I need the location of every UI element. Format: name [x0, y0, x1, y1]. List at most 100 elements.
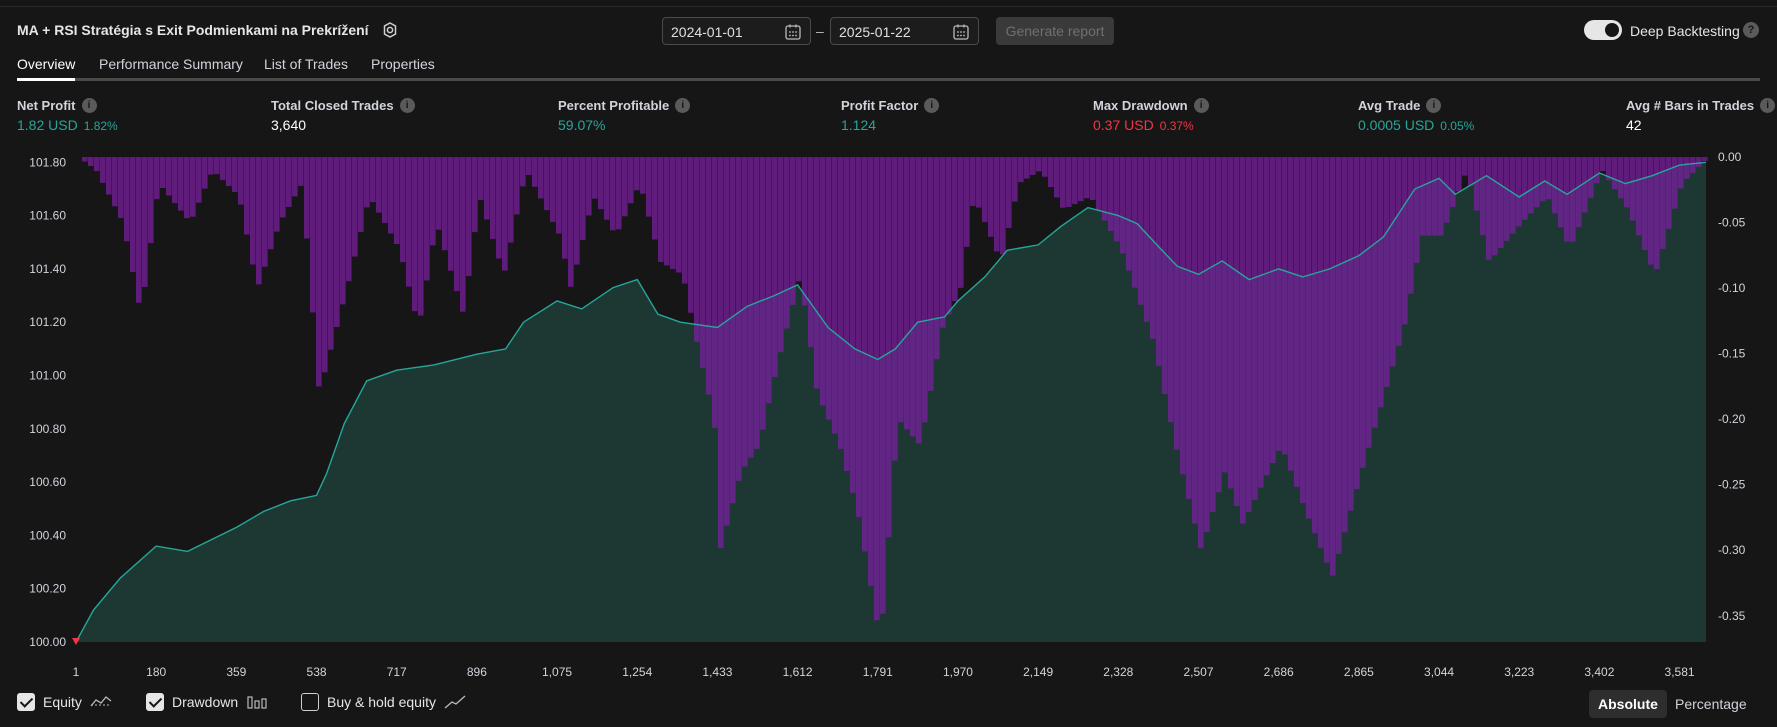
drawdown-bar: [280, 157, 286, 218]
drawdown-bar: [424, 157, 430, 281]
drawdown-bar: [976, 157, 982, 208]
drawdown-bar: [856, 157, 862, 517]
drawdown-bar: [430, 157, 436, 246]
info-icon[interactable]: i: [81, 98, 97, 113]
toggle-knob: [1605, 23, 1619, 37]
drawdown-bar: [238, 157, 244, 205]
drawdown-bar: [1156, 157, 1162, 366]
x-axis-tick: 1,075: [542, 665, 572, 679]
drawdown-bar: [784, 157, 790, 329]
equity-checkbox[interactable]: Equity: [17, 693, 112, 711]
info-icon[interactable]: i: [1193, 98, 1209, 113]
buy-hold-equity-checkbox[interactable]: Buy & hold equity: [301, 693, 466, 711]
drawdown-bar: [142, 157, 148, 287]
drawdown-bar: [1306, 157, 1312, 519]
left-axis-tick: 100.80: [29, 422, 66, 436]
drawdown-bar: [268, 157, 274, 250]
drawdown-bar: [358, 157, 364, 232]
drawdown-bar: [1564, 157, 1570, 242]
drawdown-bar: [694, 157, 700, 342]
drawdown-bar: [1498, 157, 1504, 249]
drawdown-bar: [622, 157, 628, 217]
calendar-icon[interactable]: [952, 23, 970, 41]
drawdown-bar: [634, 157, 640, 191]
drawdown-bar: [760, 157, 766, 430]
drawdown-bar: [790, 157, 796, 305]
tab-list-of-trades[interactable]: List of Trades: [264, 56, 348, 72]
left-axis-tick: 100.00: [29, 635, 66, 649]
drawdown-bar: [136, 157, 142, 303]
metric-label: Percent Profitable: [558, 98, 670, 113]
metric-label: Profit Factor: [841, 98, 919, 113]
drawdown-bar: [1300, 157, 1306, 504]
tab-performance-summary[interactable]: Performance Summary: [99, 56, 243, 72]
drawdown-bar: [148, 157, 154, 244]
drawdown-bar: [778, 157, 784, 353]
drawdown-bar: [1636, 157, 1642, 236]
drawdown-bar: [1474, 157, 1480, 211]
deep-backtesting-toggle[interactable]: [1584, 20, 1622, 40]
equity-label: Equity: [43, 694, 82, 710]
drawdown-bar: [658, 157, 664, 262]
drawdown-bar: [1396, 157, 1402, 346]
drawdown-bar: [628, 157, 634, 204]
drawdown-bar: [1264, 157, 1270, 476]
calendar-icon[interactable]: [784, 23, 802, 41]
x-axis-tick: 2,865: [1344, 665, 1374, 679]
drawdown-bar: [676, 157, 682, 273]
info-icon[interactable]: i: [399, 98, 415, 113]
drawdown-checkbox[interactable]: Drawdown: [146, 693, 268, 711]
x-axis-tick: 2,149: [1023, 665, 1053, 679]
drawdown-bar: [286, 157, 292, 207]
drawdown-bar: [412, 157, 418, 312]
drawdown-bar: [850, 157, 856, 493]
drawdown-bar: [796, 157, 802, 282]
drawdown-bar: [1366, 157, 1372, 448]
info-icon[interactable]: i: [924, 98, 940, 113]
date-from-input[interactable]: 2024-01-01: [662, 17, 811, 45]
drawdown-bar: [1096, 157, 1102, 211]
info-icon[interactable]: i: [1426, 98, 1442, 113]
absolute-toggle[interactable]: Absolute: [1589, 690, 1667, 718]
metric-net-profit: Net Profit i 1.82 USD 1.82%: [17, 98, 118, 133]
drawdown-bar: [520, 157, 526, 187]
drawdown-bar: [808, 157, 814, 348]
drawdown-bar: [82, 157, 88, 162]
drawdown-bar: [1480, 157, 1486, 236]
generate-report-button[interactable]: Generate report: [996, 17, 1114, 45]
drawdown-bar: [748, 157, 754, 458]
x-axis-tick: 2,328: [1103, 665, 1133, 679]
drawdown-bar: [454, 157, 460, 292]
drawdown-bar: [1186, 157, 1192, 499]
drawdown-bar: [922, 157, 928, 423]
metric-avg-trade: Avg Trade i 0.0005 USD 0.05%: [1358, 98, 1474, 133]
active-tab-indicator: [17, 78, 75, 81]
metrics-bar: Net Profit i 1.82 USD 1.82% Total Closed T…: [0, 98, 1777, 138]
info-icon[interactable]: i: [675, 98, 691, 113]
percentage-toggle[interactable]: Percentage: [1666, 690, 1756, 718]
info-icon[interactable]: i: [1760, 98, 1776, 113]
metric-total-closed-trades: Total Closed Trades i 3,640: [271, 98, 415, 133]
drawdown-bar: [1582, 157, 1588, 213]
drawdown-bar: [256, 157, 262, 285]
tabs-track: [17, 78, 1760, 81]
gear-icon[interactable]: [380, 20, 400, 40]
drawdown-bar: [718, 157, 724, 549]
drawdown-bar: [1426, 157, 1432, 236]
metric-percent-profitable: Percent Profitable i 59.07%: [558, 98, 691, 133]
help-icon[interactable]: ?: [1743, 22, 1759, 38]
drawdown-bar: [868, 157, 874, 586]
right-axis-tick: -0.35: [1718, 609, 1746, 623]
right-axis-tick: -0.10: [1718, 281, 1746, 295]
drawdown-bar: [1270, 157, 1276, 464]
drawdown-bar: [1318, 157, 1324, 548]
drawdown-bar: [1354, 157, 1360, 490]
metric-label: Avg Trade: [1358, 98, 1421, 113]
tab-overview[interactable]: Overview: [17, 56, 75, 72]
drawdown-bar: [436, 157, 442, 230]
drawdown-bar: [1246, 157, 1252, 513]
equity-drawdown-chart[interactable]: 100.00 100.20 100.40 100.60 100.80 101.00 101.…: [0, 150, 1777, 686]
date-to-input[interactable]: 2025-01-22: [830, 17, 979, 45]
tab-properties[interactable]: Properties: [371, 56, 435, 72]
drawdown-bar: [352, 157, 358, 257]
